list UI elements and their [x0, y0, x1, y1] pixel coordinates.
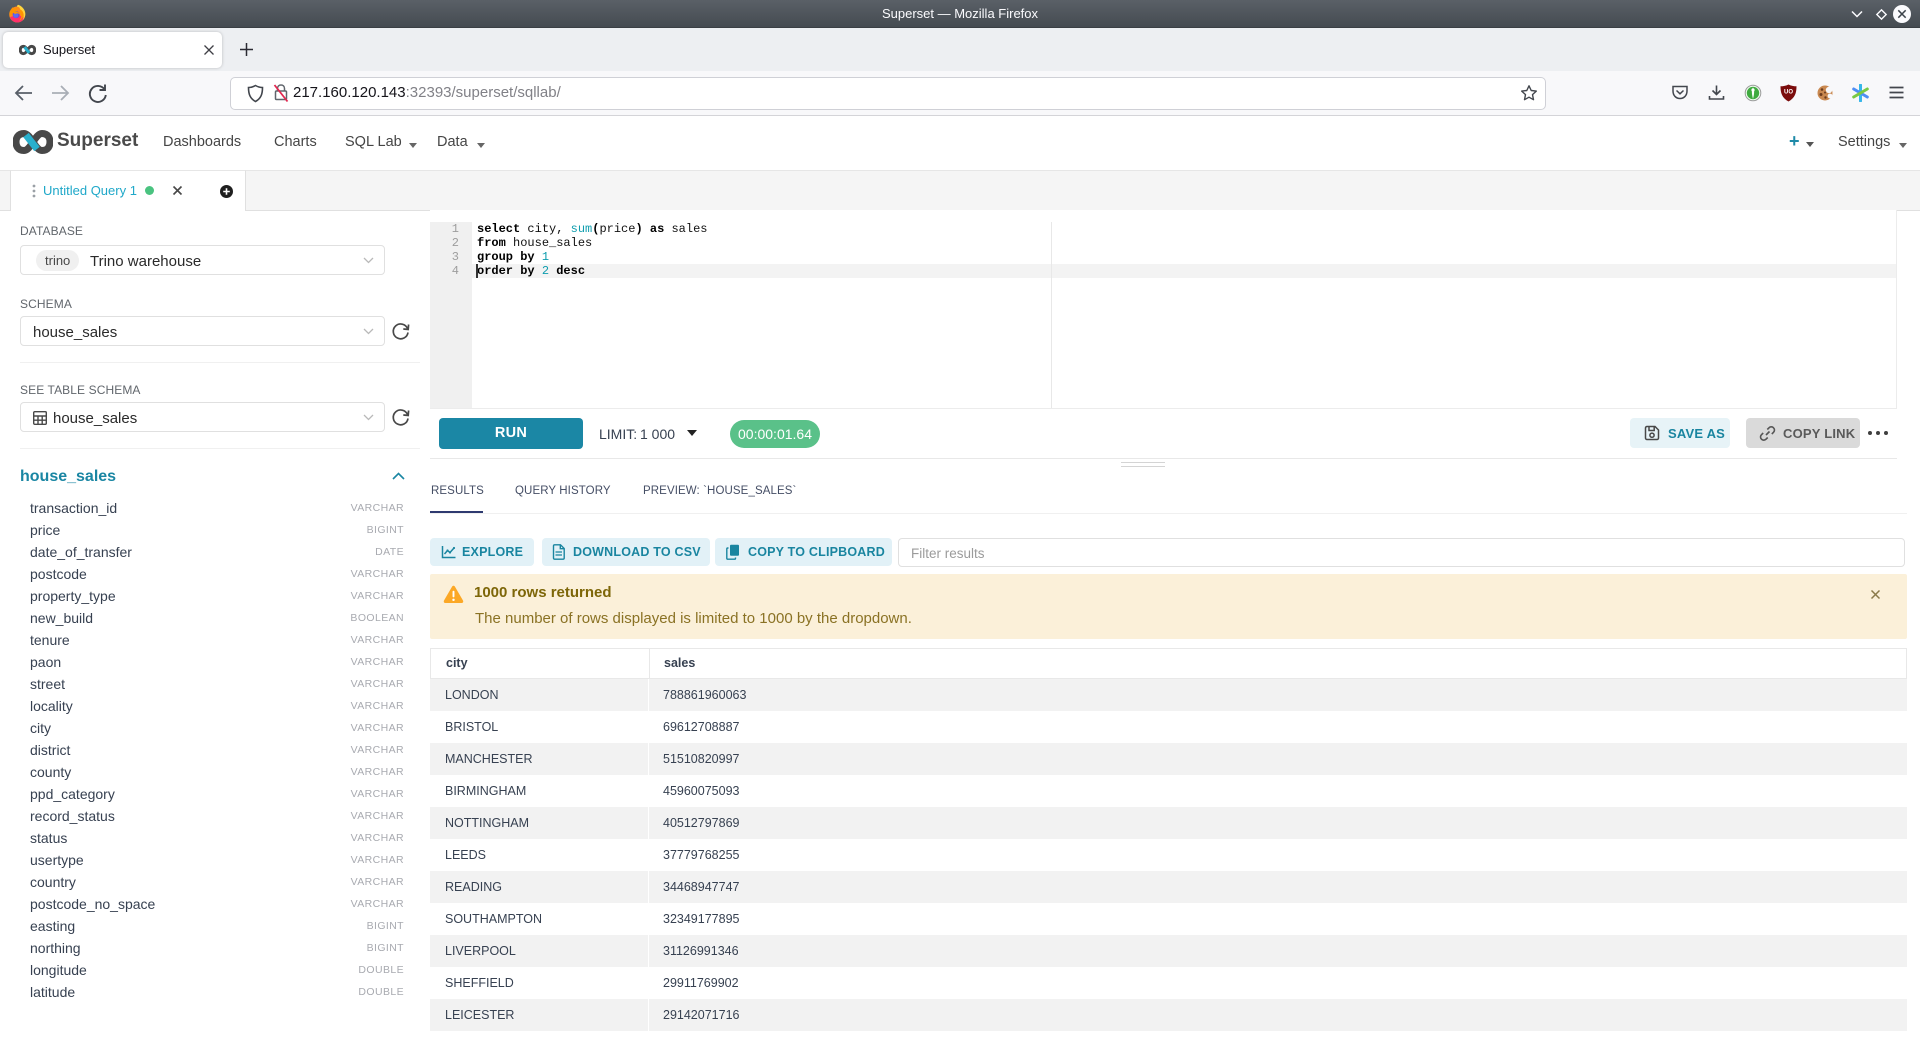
svg-text:UO: UO [1784, 90, 1793, 96]
